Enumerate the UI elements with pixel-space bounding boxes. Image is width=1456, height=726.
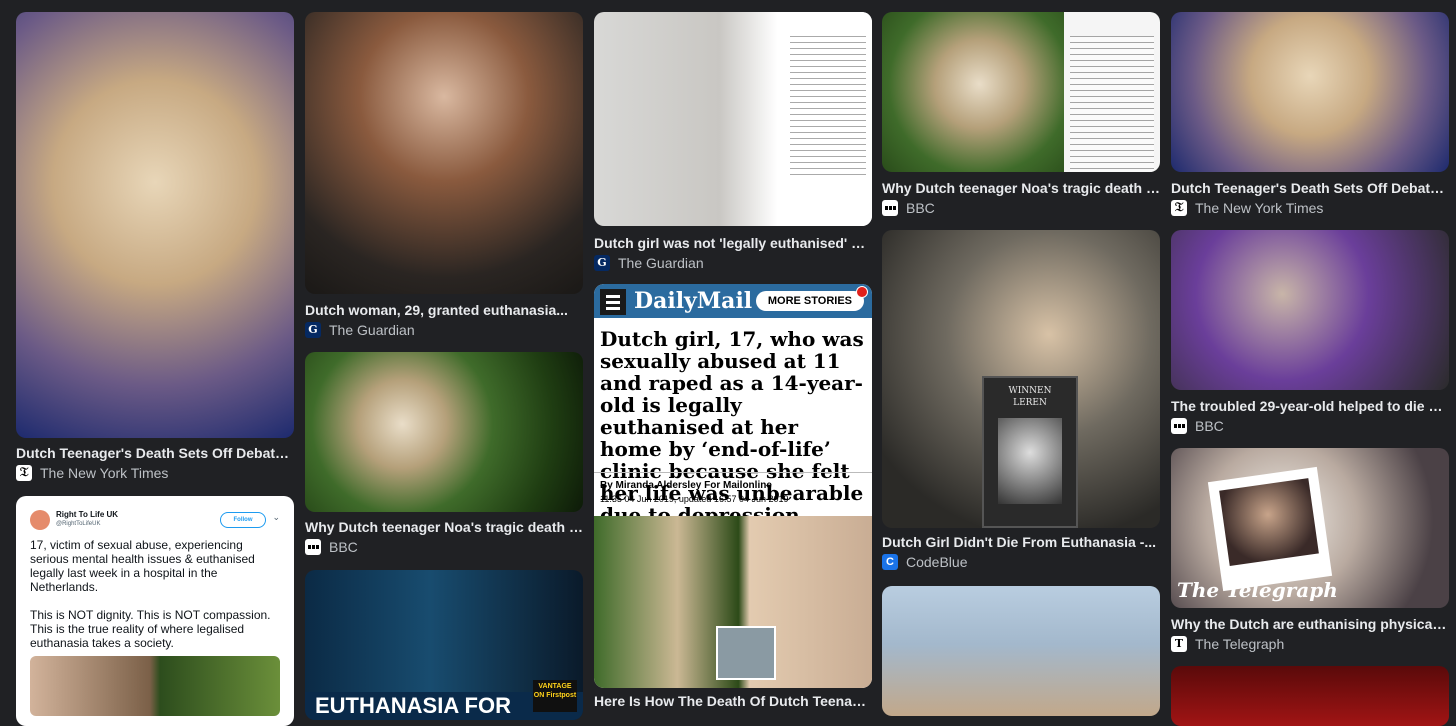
result-card[interactable] xyxy=(882,586,1160,716)
result-image[interactable] xyxy=(1171,230,1449,390)
tweet-image xyxy=(30,656,280,716)
result-image[interactable] xyxy=(882,586,1160,716)
result-card[interactable] xyxy=(1171,666,1449,726)
result-card[interactable]: Dutch Teenager's Death Sets Off Debate,.… xyxy=(16,12,294,482)
book-portrait xyxy=(998,418,1062,504)
vantage-badge: VANTAGE ON Firstpost xyxy=(533,680,577,712)
result-image[interactable]: The Telegraph xyxy=(1171,448,1449,608)
result-source[interactable]: G The Guardian xyxy=(305,321,583,339)
comment-lines xyxy=(1070,36,1154,172)
tweet-text: 17, victim of sexual abuse, experiencing… xyxy=(30,538,280,664)
result-card[interactable]: DailyMail MORE STORIES Dutch girl, 17, w… xyxy=(594,284,872,710)
dailymail-logo: DailyMail xyxy=(634,288,753,314)
result-card[interactable]: Dutch woman, 29, granted euthanasia... G… xyxy=(305,12,583,340)
follow-button: Follow xyxy=(220,512,266,528)
book-cover: WINNEN LEREN xyxy=(982,376,1078,528)
comment-lines xyxy=(790,36,866,176)
codeblue-icon: C xyxy=(882,554,898,570)
result-image[interactable] xyxy=(16,12,294,438)
result-title[interactable]: Here Is How The Death Of Dutch Teenager.… xyxy=(594,692,872,710)
result-card[interactable]: The troubled 29-year-old helped to die b… xyxy=(1171,230,1449,436)
tweet-handle: @RightToLifeUK xyxy=(56,521,101,527)
inset-photo xyxy=(716,626,776,680)
tweet-header: Right To Life UK @RightToLifeUK Follow ⌄ xyxy=(30,510,280,538)
result-source[interactable]: T The Telegraph xyxy=(1171,635,1449,653)
result-image-tweet[interactable]: Right To Life UK @RightToLifeUK Follow ⌄… xyxy=(16,496,294,726)
result-source[interactable]: BBC xyxy=(882,199,1160,217)
book-title: WINNEN xyxy=(1008,386,1052,396)
result-card[interactable]: EUTHANASIA FOR VANTAGE ON Firstpost xyxy=(305,570,583,720)
telegraph-icon: T xyxy=(1171,636,1187,652)
result-image[interactable] xyxy=(882,12,1160,172)
book-title: LEREN xyxy=(1013,398,1047,408)
result-source[interactable]: 𝔗 The New York Times xyxy=(16,464,294,482)
result-title[interactable]: Why Dutch teenager Noa's tragic death wa… xyxy=(305,518,583,536)
instagram-panel xyxy=(784,12,872,226)
nyt-icon: 𝔗 xyxy=(1171,200,1187,216)
article-photo xyxy=(594,516,872,688)
result-card[interactable]: WINNEN LEREN Dutch Girl Didn't Die From … xyxy=(882,230,1160,574)
result-image[interactable] xyxy=(1171,666,1449,726)
article-byline: By Miranda Aldersley For Mailonline xyxy=(600,480,772,491)
result-title[interactable]: Dutch Girl Didn't Die From Euthanasia -.… xyxy=(882,533,1160,551)
result-image[interactable]: WINNEN LEREN xyxy=(882,230,1160,528)
result-source[interactable]: BBC xyxy=(305,538,583,556)
tweet-paragraph: 17, victim of sexual abuse, experiencing… xyxy=(30,538,255,594)
menu-icon xyxy=(600,289,626,315)
result-card[interactable]: Why Dutch teenager Noa's tragic death wa… xyxy=(882,12,1160,218)
result-image[interactable] xyxy=(594,12,872,226)
dailymail-header: DailyMail MORE STORIES xyxy=(594,284,872,318)
divider xyxy=(594,472,872,473)
bbc-icon xyxy=(305,539,321,555)
result-image[interactable] xyxy=(1171,12,1449,172)
result-card[interactable]: Why Dutch teenager Noa's tragic death wa… xyxy=(305,352,583,557)
result-card[interactable]: Dutch girl was not 'legally euthanised' … xyxy=(594,12,872,272)
result-card[interactable]: The Telegraph Why the Dutch are euthanis… xyxy=(1171,448,1449,654)
result-title[interactable]: Dutch Teenager's Death Sets Off Debate,.… xyxy=(1171,179,1449,197)
result-image[interactable] xyxy=(305,12,583,294)
tweet-paragraph: This is NOT dignity. This is NOT compass… xyxy=(30,608,271,650)
result-title[interactable]: Dutch girl was not 'legally euthanised' … xyxy=(594,234,872,252)
result-card[interactable]: Dutch Teenager's Death Sets Off Debate,.… xyxy=(1171,12,1449,218)
nyt-icon: 𝔗 xyxy=(16,465,32,481)
held-photo xyxy=(1207,466,1333,592)
tweet-author: Right To Life UK xyxy=(56,510,119,519)
instagram-panel xyxy=(1064,12,1160,172)
bbc-icon xyxy=(882,200,898,216)
result-source[interactable]: BBC xyxy=(1171,417,1449,435)
telegraph-logo: The Telegraph xyxy=(1177,578,1338,602)
more-stories-button: MORE STORIES xyxy=(755,291,864,311)
notification-dot xyxy=(856,286,868,298)
avatar xyxy=(30,510,50,530)
result-image[interactable] xyxy=(305,352,583,512)
result-title[interactable]: Dutch Teenager's Death Sets Off Debate,.… xyxy=(16,444,294,462)
guardian-icon: G xyxy=(305,322,321,338)
result-source[interactable]: G The Guardian xyxy=(594,254,872,272)
result-title[interactable]: Why Dutch teenager Noa's tragic death wa… xyxy=(882,179,1160,197)
guardian-icon: G xyxy=(594,255,610,271)
bbc-icon xyxy=(1171,418,1187,434)
result-source[interactable]: 𝔗 The New York Times xyxy=(1171,199,1449,217)
result-title[interactable]: The troubled 29-year-old helped to die b… xyxy=(1171,397,1449,415)
article-date: 11:35 04 Jun 2019, updated 16:57 04 Jun … xyxy=(600,494,789,504)
chevron-down-icon: ⌄ xyxy=(272,512,280,522)
result-image[interactable]: DailyMail MORE STORIES Dutch girl, 17, w… xyxy=(594,284,872,688)
result-image[interactable]: EUTHANASIA FOR VANTAGE ON Firstpost xyxy=(305,570,583,720)
result-title[interactable]: Dutch woman, 29, granted euthanasia... xyxy=(305,301,583,319)
result-source[interactable]: C CodeBlue xyxy=(882,553,1160,571)
result-title[interactable]: Why the Dutch are euthanising physically… xyxy=(1171,615,1449,633)
